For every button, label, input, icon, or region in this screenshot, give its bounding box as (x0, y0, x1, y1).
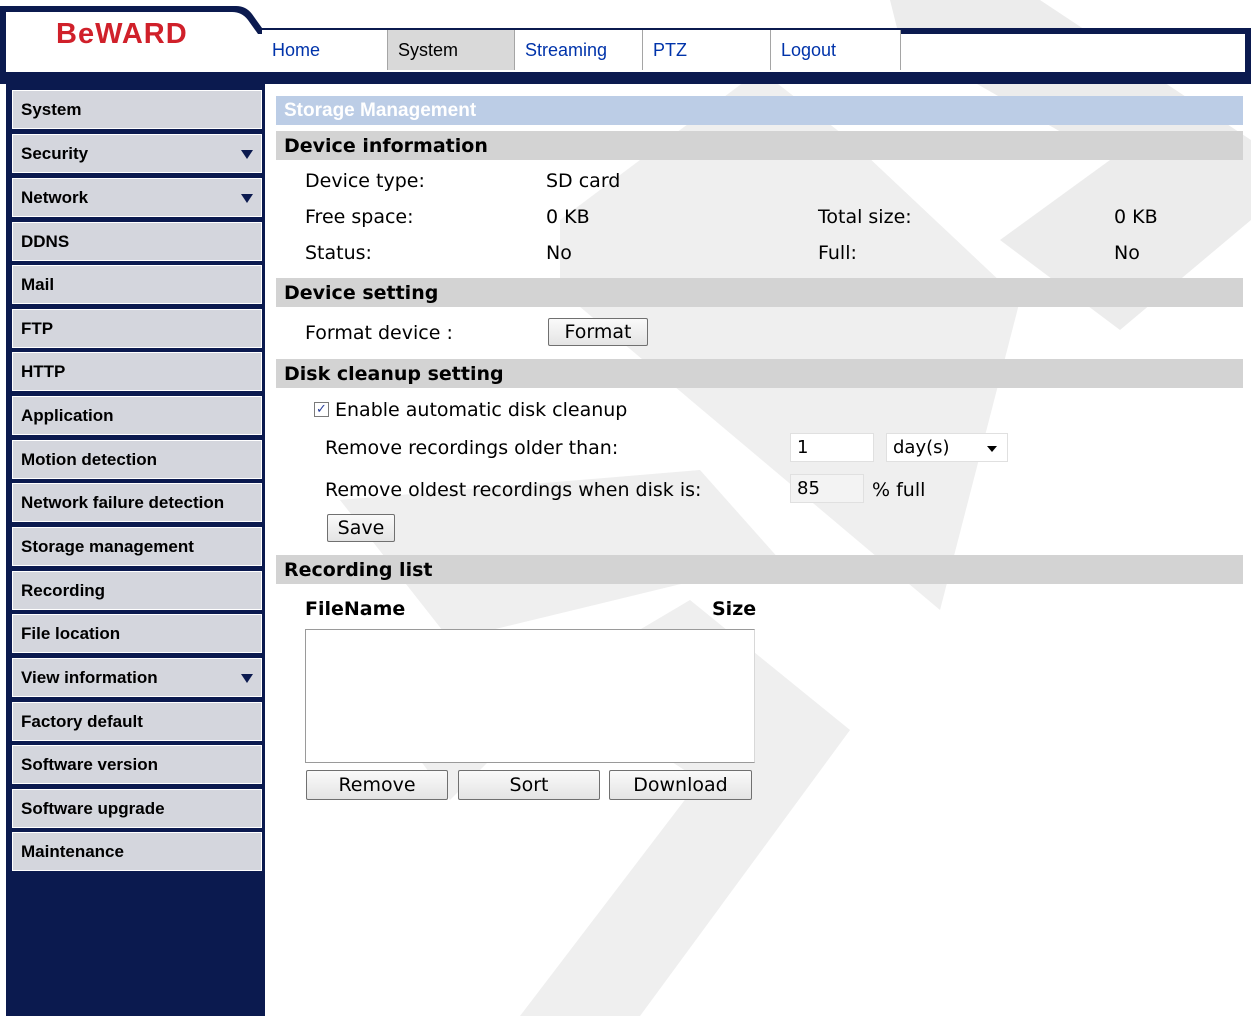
chevron-down-icon (241, 194, 253, 203)
older-than-unit-value: day(s) (893, 437, 950, 458)
sidebar-item-security[interactable]: Security (12, 134, 262, 173)
total-size-label: Total size: (818, 206, 912, 228)
sidebar-item-label: Application (21, 405, 114, 425)
chevron-down-icon (241, 150, 253, 159)
sidebar-item-view-information[interactable]: View information (12, 658, 262, 697)
sidebar-item-factory-default[interactable]: Factory default (12, 702, 262, 741)
device-type-label: Device type: (305, 170, 425, 192)
status-value: No (546, 242, 572, 264)
sidebar-item-software-version[interactable]: Software version (12, 745, 262, 784)
nav-strip (0, 72, 1251, 84)
sidebar-item-maintenance[interactable]: Maintenance (12, 832, 262, 871)
sidebar-item-label: Mail (21, 274, 55, 294)
sidebar-item-label: Storage management (21, 536, 194, 556)
enable-cleanup-checkbox[interactable]: ✓ (314, 402, 329, 417)
total-size-value: 0 KB (1114, 206, 1158, 228)
tab-streaming[interactable]: Streaming (515, 30, 643, 70)
sidebar-item-motion-detection[interactable]: Motion detection (12, 440, 262, 479)
free-space-value: 0 KB (546, 206, 590, 228)
sidebar-item-recording[interactable]: Recording (12, 571, 262, 610)
sidebar-item-label: FTP (21, 318, 54, 338)
main-nav: Home System Streaming PTZ Logout (262, 30, 901, 72)
sidebar-item-label: System (21, 99, 82, 119)
enable-cleanup-label: Enable automatic disk cleanup (335, 399, 628, 421)
older-than-input[interactable]: 1 (790, 433, 874, 462)
device-type-value: SD card (546, 170, 621, 192)
tab-system[interactable]: System (388, 30, 515, 70)
remove-button[interactable]: Remove (306, 770, 448, 800)
sidebar-item-network[interactable]: Network (12, 178, 262, 217)
sidebar-item-label: File location (21, 623, 121, 643)
sidebar-item-label: Factory default (21, 711, 143, 731)
sidebar-item-label: View information (21, 667, 158, 687)
sidebar-item-label: Recording (21, 580, 106, 600)
sidebar-item-label: Maintenance (21, 841, 124, 861)
sidebar-item-file-location[interactable]: File location (12, 614, 262, 653)
sidebar-item-application[interactable]: Application (12, 396, 262, 435)
sidebar-item-ddns[interactable]: DDNS (12, 222, 262, 261)
when-full-input[interactable]: 85 (790, 474, 864, 503)
when-full-unit: % full (872, 479, 926, 501)
section-recording-list: Recording list (276, 555, 1243, 584)
chevron-down-icon (987, 446, 997, 452)
page-title: Storage Management (276, 96, 1243, 125)
tab-home[interactable]: Home (262, 30, 388, 70)
sidebar-item-mail[interactable]: Mail (12, 265, 262, 304)
sidebar: System Security Network DDNS Mail FTP HT… (6, 84, 265, 1016)
section-disk-cleanup: Disk cleanup setting (276, 359, 1243, 388)
brand-logo[interactable]: BeWARD (56, 18, 188, 51)
download-button[interactable]: Download (609, 770, 752, 800)
sidebar-item-label: Security (21, 143, 89, 163)
format-button[interactable]: Format (548, 318, 648, 346)
tab-ptz[interactable]: PTZ (643, 30, 771, 70)
tab-logout[interactable]: Logout (771, 30, 901, 70)
sidebar-item-ftp[interactable]: FTP (12, 309, 262, 348)
sidebar-item-label: Network (21, 187, 89, 207)
sort-button[interactable]: Sort (458, 770, 600, 800)
sidebar-item-storage-management[interactable]: Storage management (12, 527, 262, 566)
when-full-label: Remove oldest recordings when disk is: (325, 479, 702, 501)
older-than-label: Remove recordings older than: (325, 437, 619, 459)
sidebar-item-label: Software version (21, 754, 158, 774)
save-button[interactable]: Save (327, 514, 395, 542)
section-device-setting: Device setting (276, 278, 1243, 307)
sidebar-item-http[interactable]: HTTP (12, 352, 262, 391)
older-than-unit-select[interactable]: day(s) (886, 433, 1008, 462)
sidebar-item-label: Software upgrade (21, 798, 165, 818)
sidebar-item-system[interactable]: System (12, 90, 262, 129)
status-label: Status: (305, 242, 372, 264)
full-label: Full: (818, 242, 857, 264)
top-header: BeWARD Home System Streaming PTZ Logout (0, 0, 1251, 84)
sidebar-item-network-failure-detection[interactable]: Network failure detection (12, 483, 262, 522)
full-value: No (1114, 242, 1140, 264)
sidebar-item-label: Network failure detection (21, 492, 225, 512)
column-size: Size (712, 598, 757, 620)
sidebar-item-label: HTTP (21, 361, 66, 381)
column-filename: FileName (305, 598, 406, 620)
sidebar-item-software-upgrade[interactable]: Software upgrade (12, 789, 262, 828)
chevron-down-icon (241, 674, 253, 683)
sidebar-item-label: DDNS (21, 231, 70, 251)
sidebar-item-label: Motion detection (21, 449, 157, 469)
format-device-label: Format device : (305, 322, 453, 344)
section-device-information: Device information (276, 131, 1243, 160)
recording-file-list[interactable] (305, 629, 755, 763)
free-space-label: Free space: (305, 206, 414, 228)
